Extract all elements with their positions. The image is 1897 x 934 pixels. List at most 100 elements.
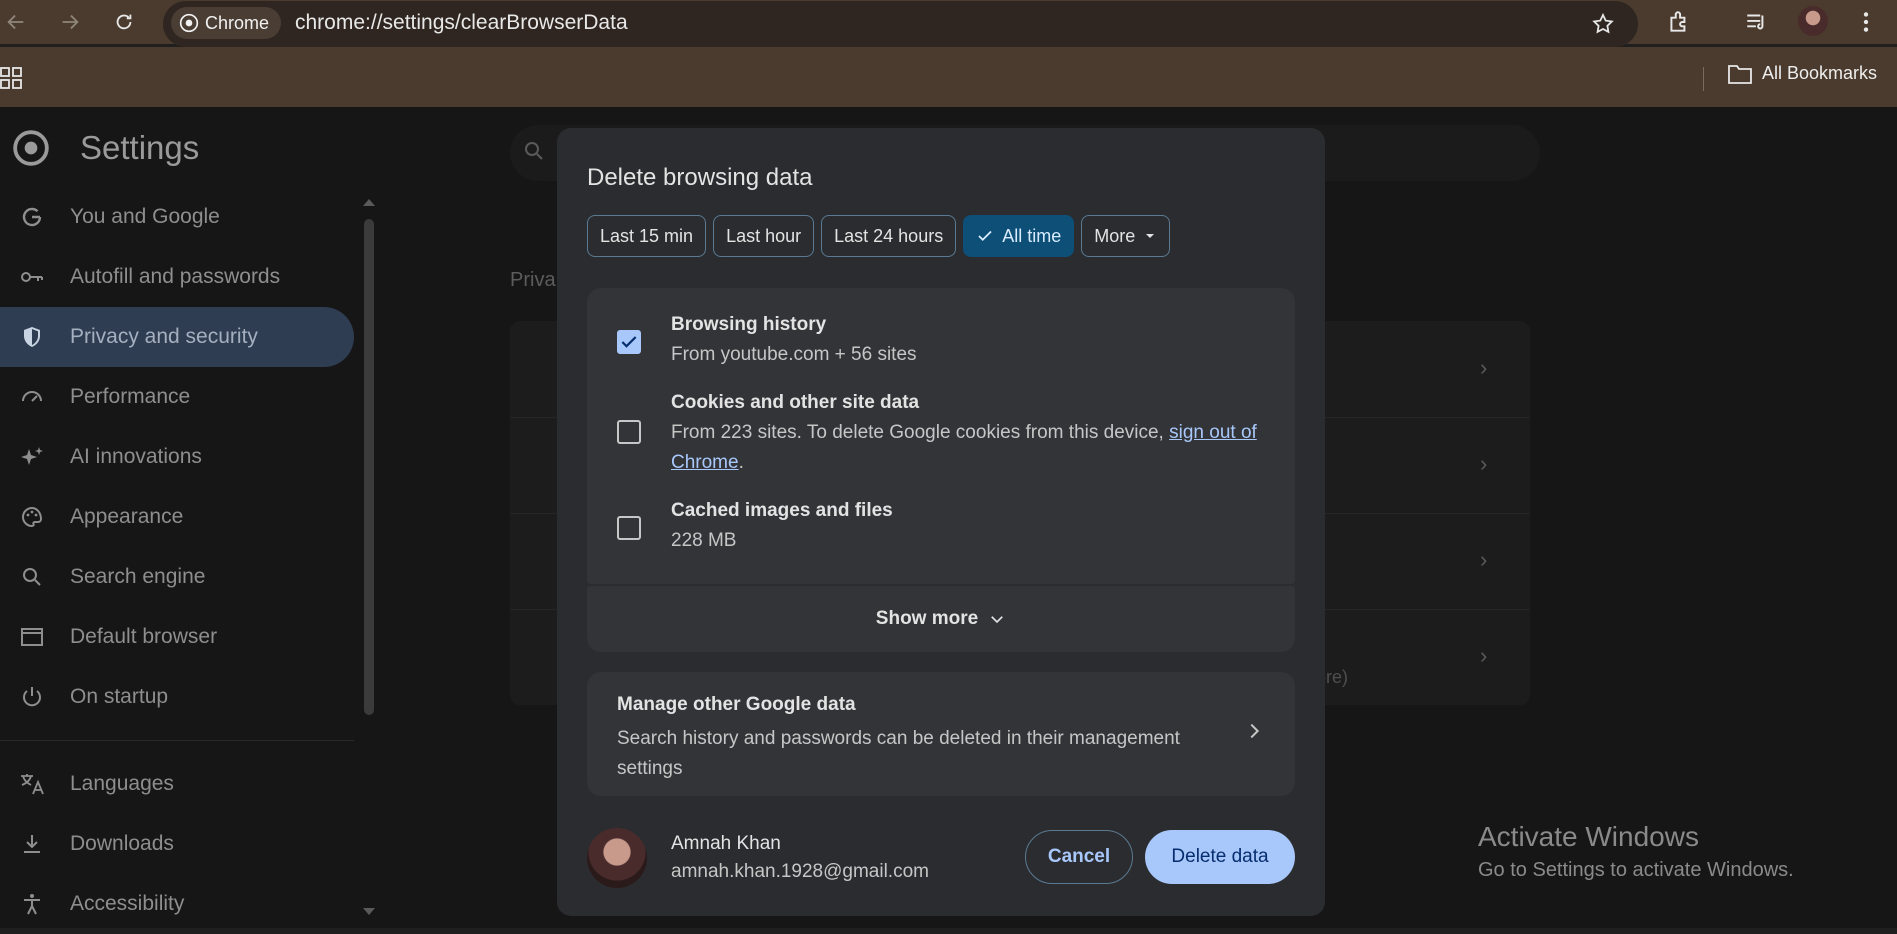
delete-data-button[interactable]: Delete data [1145, 830, 1295, 884]
sidebar-item-label: AI innovations [70, 445, 202, 468]
search-icon [525, 142, 543, 160]
sidebar-item-on-startup[interactable]: On startup [0, 667, 354, 727]
sidebar-item-label: Search engine [70, 565, 206, 588]
download-icon [18, 830, 46, 858]
sidebar-item-label: Languages [70, 772, 174, 795]
option-title: Cached images and files [671, 500, 893, 521]
chip-label: All time [1002, 225, 1062, 246]
chevron-right-icon[interactable]: › [1480, 451, 1500, 476]
show-more-label: Show more [875, 608, 979, 629]
option-subtitle: From youtube.com + 56 sites [671, 344, 917, 365]
extensions-icon[interactable] [1666, 9, 1692, 40]
show-more-button[interactable]: Show more [587, 584, 1295, 652]
chip-last-hour[interactable]: Last hour [713, 215, 815, 257]
option-subtitle: 228 MB [671, 530, 737, 551]
sidebar-item-ai-innovations[interactable]: AI innovations [0, 427, 354, 487]
sidebar-item-appearance[interactable]: Appearance [0, 487, 354, 547]
delete-label: Delete data [1171, 846, 1269, 867]
search-icon [18, 563, 46, 591]
caret-down-icon [1146, 234, 1155, 238]
time-range-chips: Last 15 min Last hour Last 24 hours All … [587, 215, 1171, 257]
browser-window-icon [18, 623, 46, 651]
profile-avatar[interactable] [1798, 6, 1828, 36]
sidebar-item-default-browser[interactable]: Default browser [0, 607, 354, 667]
all-bookmarks-button[interactable]: All Bookmarks [1728, 63, 1877, 84]
url-text[interactable]: chrome://settings/clearBrowserData [295, 11, 628, 35]
chrome-chip[interactable]: Chrome [171, 7, 282, 39]
cookies-subtitle-text: From 223 sites. To delete Google cookies… [671, 422, 1170, 443]
chip-more-dropdown[interactable]: More [1081, 215, 1171, 257]
sidebar-item-label: Appearance [70, 505, 184, 528]
chevron-right-icon [1250, 723, 1260, 739]
chevron-down-icon [991, 616, 1004, 624]
sidebar-item-label: Default browser [70, 625, 218, 648]
chevron-right-icon[interactable]: › [1480, 547, 1500, 572]
sidebar-divider [0, 740, 354, 741]
chevron-right-icon[interactable]: › [1480, 643, 1500, 668]
cancel-label: Cancel [1047, 846, 1111, 867]
manage-google-data-row[interactable]: Manage other Google data Search history … [587, 672, 1295, 796]
data-options-card: Browsing history From youtube.com + 56 s… [587, 288, 1295, 584]
back-icon[interactable] [2, 8, 30, 36]
account-email: amnah.khan.1928@gmail.com [671, 861, 929, 882]
forward-icon[interactable] [56, 8, 84, 36]
bookmark-bar: All Bookmarks [0, 47, 1897, 107]
shield-icon [18, 323, 46, 351]
sparkle-icon [18, 443, 46, 471]
sidebar-item-downloads[interactable]: Downloads [0, 814, 354, 874]
google-g-icon [18, 203, 46, 231]
checkmark-icon [978, 230, 992, 242]
sidebar-item-you-and-google[interactable]: You and Google [0, 187, 354, 247]
chip-label: More [1094, 225, 1136, 246]
browser-toolbar: Chrome chrome://settings/clearBrowserDat… [0, 0, 1897, 47]
palette-icon [18, 503, 46, 531]
option-title: Browsing history [671, 314, 827, 335]
gauge-icon [18, 383, 46, 411]
scroll-up-arrow-icon[interactable] [362, 197, 376, 207]
chevron-right-icon[interactable]: › [1480, 355, 1500, 380]
checkmark-icon [621, 336, 637, 348]
account-info: Amnah Khan amnah.khan.1928@gmail.com [587, 828, 929, 888]
option-title: Cookies and other site data [671, 392, 920, 413]
bookmark-divider [1703, 67, 1704, 91]
cookies-checkbox[interactable] [617, 420, 641, 444]
folder-icon [1728, 64, 1752, 84]
sidebar-item-search-engine[interactable]: Search engine [0, 547, 354, 607]
reload-icon[interactable] [110, 8, 138, 36]
sidebar-item-label: Autofill and passwords [70, 265, 281, 288]
chip-last-15-min[interactable]: Last 15 min [587, 215, 707, 257]
sidebar-item-autofill[interactable]: Autofill and passwords [0, 247, 354, 307]
sidebar-item-languages[interactable]: Languages [0, 754, 354, 814]
cancel-button[interactable]: Cancel [1025, 830, 1133, 884]
sidebar-item-accessibility[interactable]: Accessibility [0, 874, 354, 934]
menu-kebab-icon[interactable] [1858, 9, 1874, 40]
windows-activation-watermark: Activate Windows Go to Settings to activ… [1478, 821, 1794, 882]
sidebar-item-privacy[interactable]: Privacy and security [0, 307, 354, 367]
media-icon[interactable] [1744, 9, 1770, 40]
scrollbar-thumb[interactable] [364, 219, 374, 715]
settings-title: Settings [80, 129, 200, 166]
chip-last-24-hours[interactable]: Last 24 hours [821, 215, 957, 257]
chip-all-time[interactable]: All time [963, 215, 1075, 257]
sidebar-item-performance[interactable]: Performance [0, 367, 354, 427]
bookmark-star-icon[interactable] [1591, 12, 1615, 41]
chip-label: Last hour [726, 225, 802, 246]
scroll-down-arrow-icon[interactable] [362, 907, 376, 917]
all-bookmarks-label: All Bookmarks [1762, 63, 1878, 83]
account-name: Amnah Khan [671, 833, 781, 854]
power-icon [18, 683, 46, 711]
chip-label: Last 24 hours [834, 225, 944, 246]
accessibility-icon [18, 890, 46, 918]
privacy-section-label: Priva [510, 269, 556, 291]
cached-images-checkbox[interactable] [617, 516, 641, 540]
chrome-logo-icon [13, 130, 49, 166]
browsing-history-checkbox[interactable] [617, 330, 641, 354]
watermark-line1: Activate Windows [1478, 821, 1699, 852]
apps-grid-icon[interactable] [0, 67, 22, 94]
option-subtitle: From 223 sites. To delete Google cookies… [671, 418, 1261, 478]
settings-header: Settings [12, 129, 199, 167]
avatar [587, 828, 647, 888]
chrome-chip-label: Chrome [205, 12, 270, 33]
sidebar-scrollbar[interactable] [362, 197, 376, 917]
address-bar[interactable]: Chrome chrome://settings/clearBrowserDat… [163, 1, 1638, 47]
